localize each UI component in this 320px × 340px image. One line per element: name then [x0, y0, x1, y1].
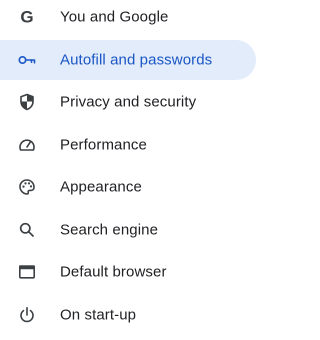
sidebar-item-label: Privacy and security [60, 93, 197, 111]
sidebar-item-privacy-and-security[interactable]: Privacy and security [0, 82, 256, 122]
sidebar-item-you-and-google[interactable]: G You and Google [0, 0, 256, 37]
sidebar-item-label: You and Google [60, 8, 169, 26]
settings-sidebar: G You and Google Autofill and passwords … [0, 0, 264, 340]
sidebar-item-search-engine[interactable]: Search engine [0, 210, 256, 250]
google-g-icon: G [17, 7, 37, 27]
sidebar-item-label: Default browser [60, 263, 167, 281]
speedometer-icon [17, 135, 37, 155]
key-icon [17, 50, 37, 70]
shield-icon [17, 92, 37, 112]
browser-window-icon [17, 262, 37, 282]
sidebar-item-label: Appearance [60, 178, 142, 196]
sidebar-item-label: On start-up [60, 306, 137, 324]
sidebar-item-on-start-up[interactable]: On start-up [0, 295, 256, 335]
search-icon [17, 220, 37, 240]
sidebar-item-default-browser[interactable]: Default browser [0, 252, 256, 292]
sidebar-item-label: Autofill and passwords [60, 51, 213, 69]
palette-icon [17, 177, 37, 197]
sidebar-item-appearance[interactable]: Appearance [0, 167, 256, 207]
svg-text:G: G [20, 8, 33, 27]
sidebar-item-performance[interactable]: Performance [0, 125, 256, 165]
sidebar-item-label: Search engine [60, 221, 159, 239]
power-icon [17, 305, 37, 325]
sidebar-item-label: Performance [60, 136, 147, 154]
sidebar-item-autofill-and-passwords[interactable]: Autofill and passwords [0, 40, 256, 80]
